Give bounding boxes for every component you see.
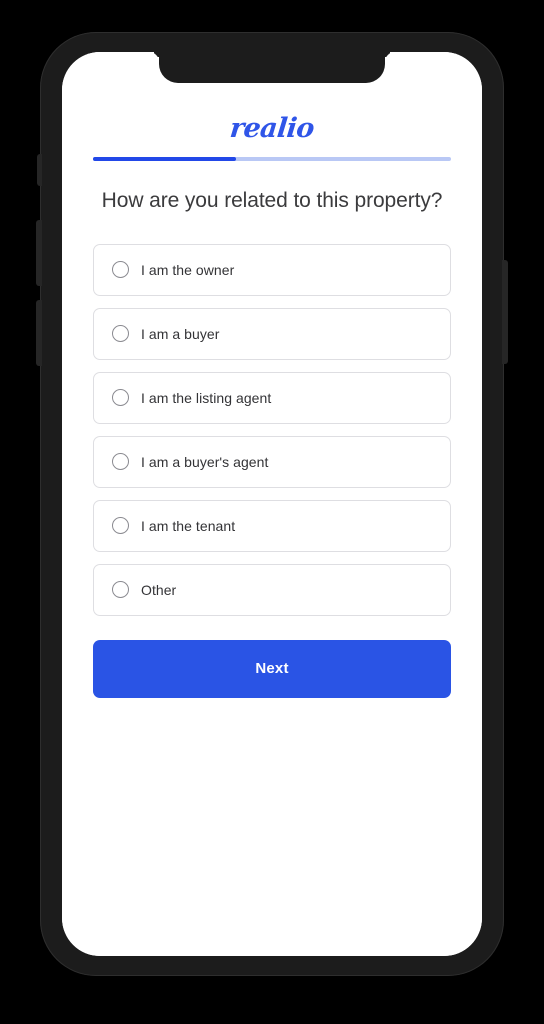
relationship-options-list: I am the owner I am a buyer I am the lis… xyxy=(93,243,451,616)
radio-icon[interactable] xyxy=(112,517,129,535)
option-owner[interactable]: I am the owner xyxy=(93,243,451,296)
radio-icon[interactable] xyxy=(112,453,129,471)
phone-screen: realio How are you related to this prope… xyxy=(62,52,482,956)
option-label: Other xyxy=(141,581,177,598)
option-tenant[interactable]: I am the tenant xyxy=(93,499,451,552)
option-buyers-agent[interactable]: I am a buyer's agent xyxy=(93,435,451,488)
option-label: I am a buyer xyxy=(141,325,220,342)
option-label: I am the owner xyxy=(141,261,235,278)
option-label: I am the listing agent xyxy=(141,389,272,406)
display-notch xyxy=(159,52,385,83)
option-other[interactable]: Other xyxy=(93,563,451,616)
app-viewport: realio How are you related to this prope… xyxy=(62,52,482,956)
option-listing-agent[interactable]: I am the listing agent xyxy=(93,371,451,424)
option-label: I am a buyer's agent xyxy=(141,453,269,470)
progress-bar-fill xyxy=(93,157,237,161)
radio-icon[interactable] xyxy=(112,581,129,599)
power-button[interactable] xyxy=(502,260,508,364)
radio-icon[interactable] xyxy=(112,261,129,279)
volume-down-button[interactable] xyxy=(36,300,42,366)
mute-switch[interactable] xyxy=(37,154,42,186)
progress-bar xyxy=(93,157,451,161)
screenshot-stage: realio How are you related to this prope… xyxy=(0,0,544,1024)
phone-frame: realio How are you related to this prope… xyxy=(36,32,508,976)
next-button[interactable]: Next xyxy=(93,639,451,698)
volume-up-button[interactable] xyxy=(36,220,42,286)
option-label: I am the tenant xyxy=(141,517,236,534)
page-title: How are you related to this property? xyxy=(101,189,443,212)
radio-icon[interactable] xyxy=(112,389,129,407)
radio-icon[interactable] xyxy=(112,325,129,343)
realio-logo: realio xyxy=(228,113,316,144)
option-buyer[interactable]: I am a buyer xyxy=(93,307,451,360)
